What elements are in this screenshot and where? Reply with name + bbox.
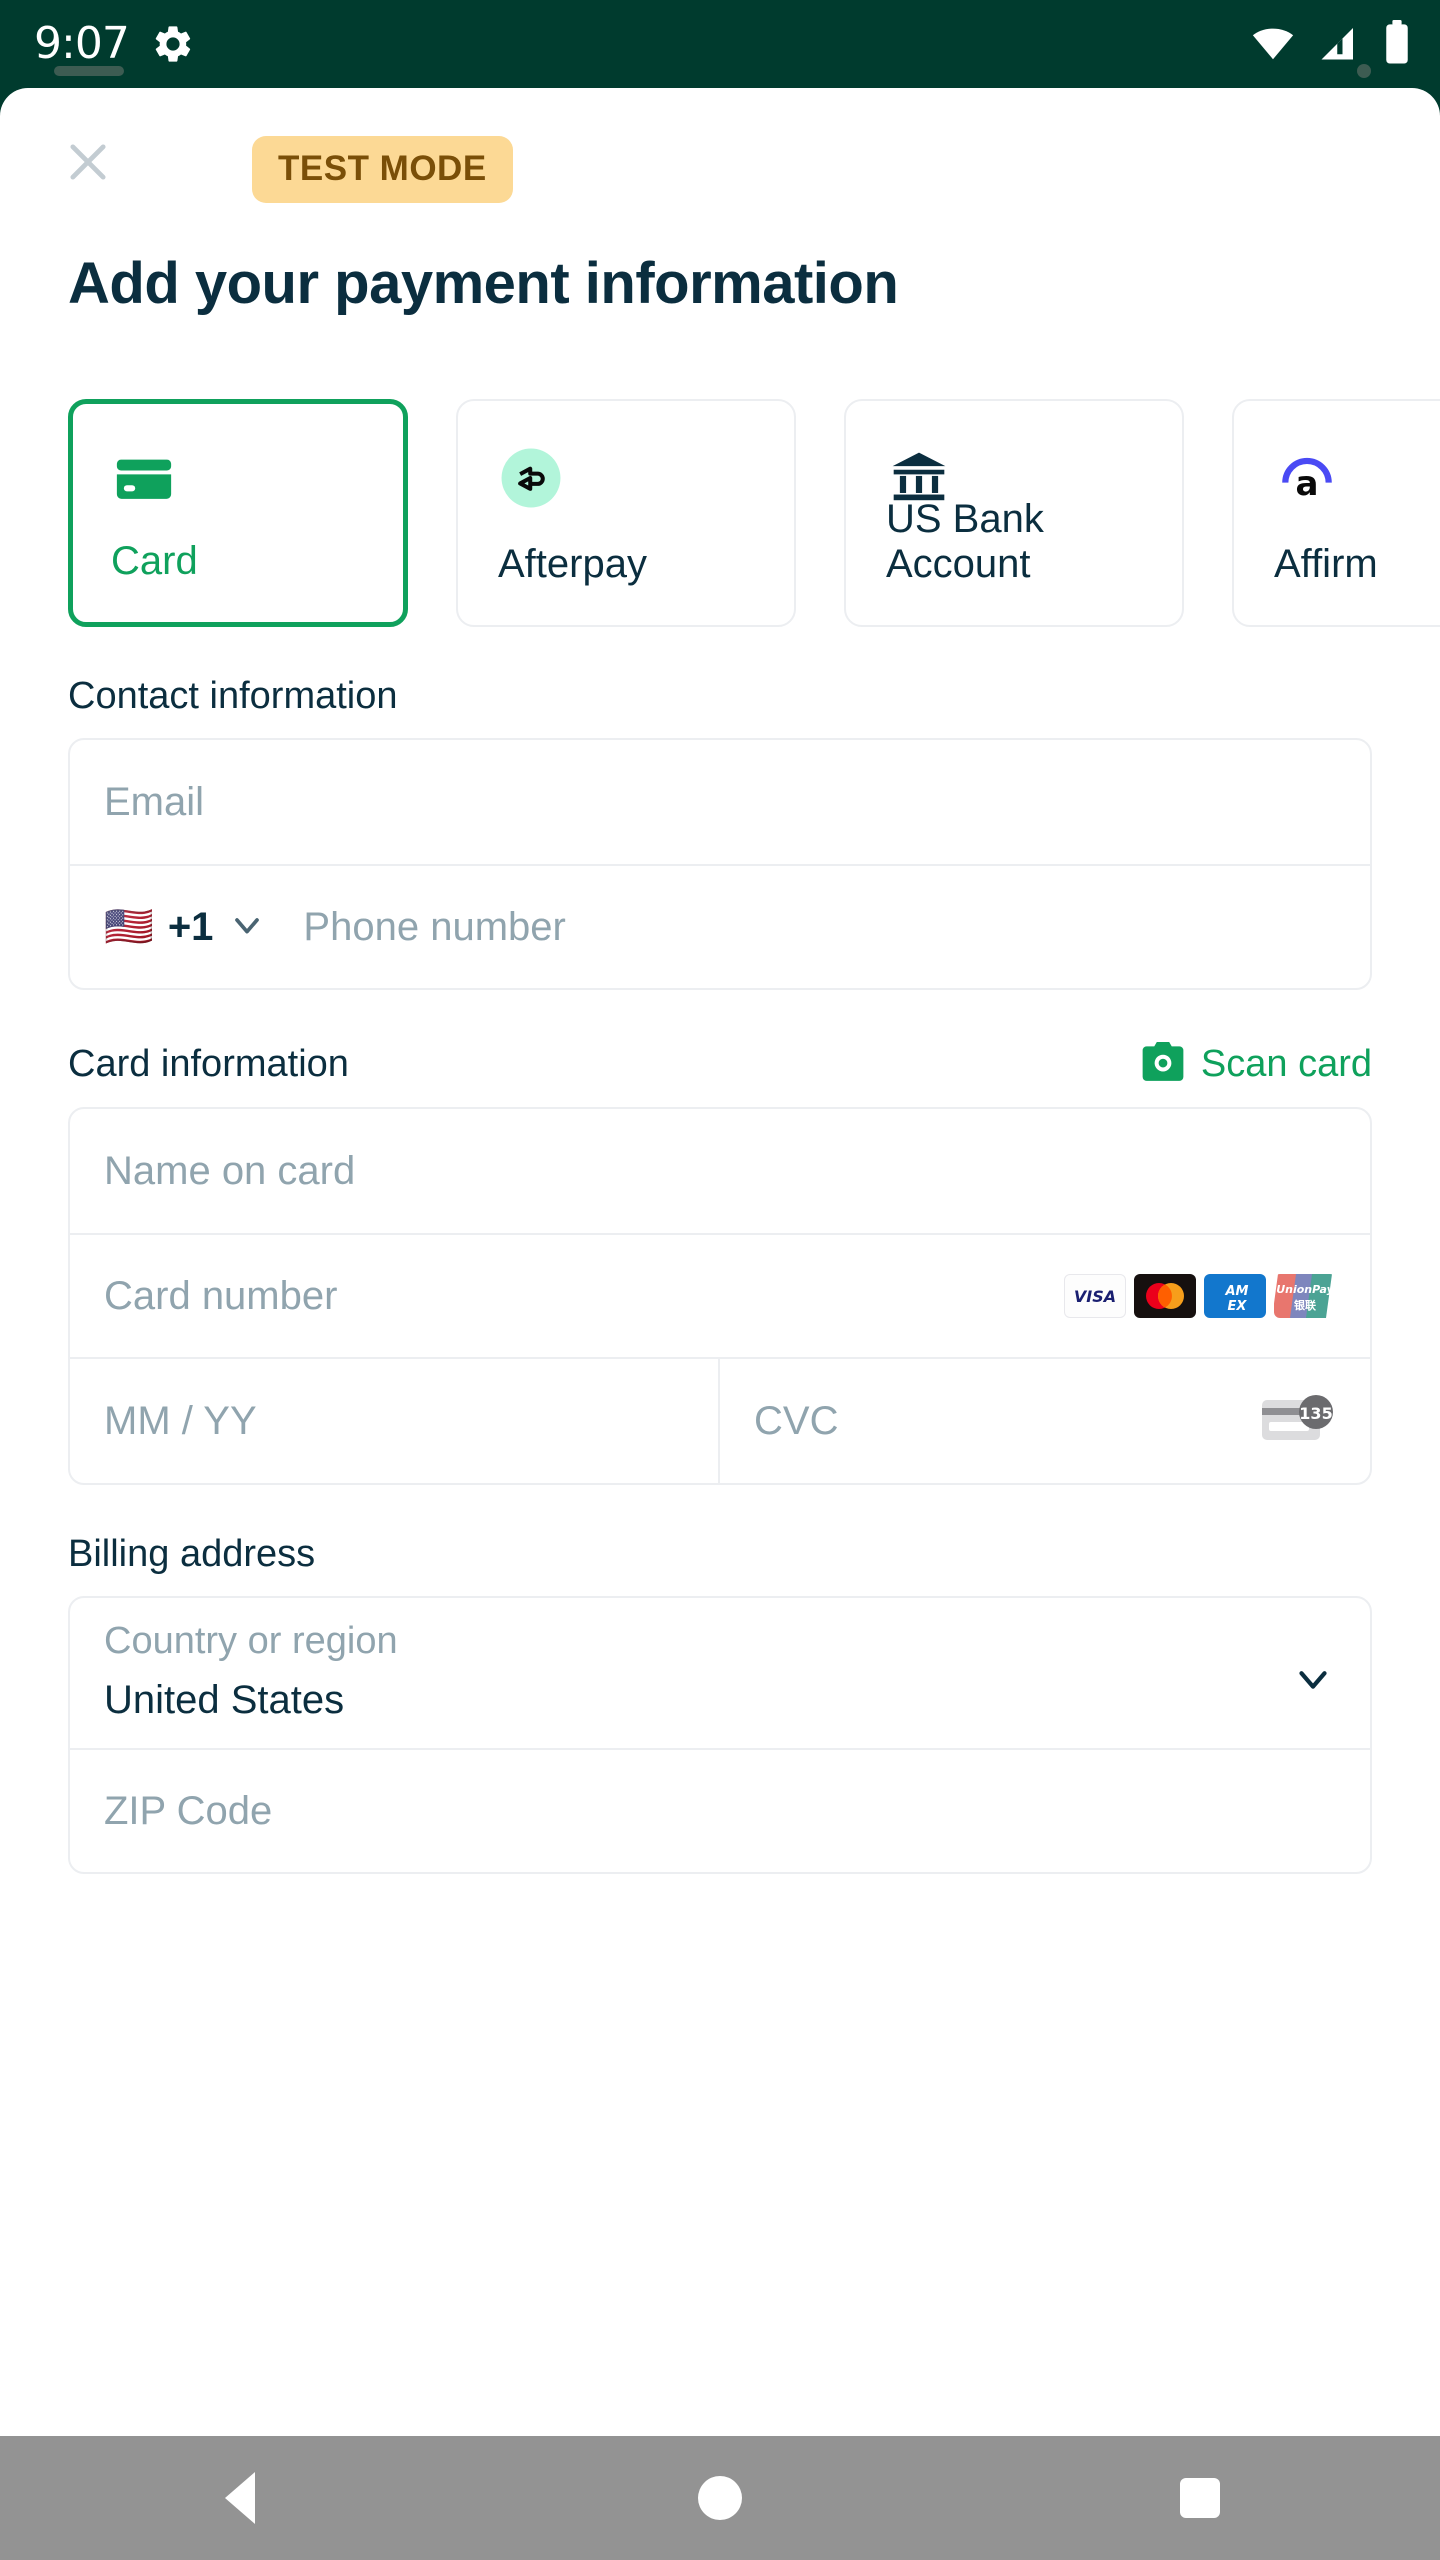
billing-field-group: Country or region United States ZIP Code: [68, 1596, 1372, 1874]
card-information-header-row: Card information Scan card: [68, 1042, 1372, 1087]
country-code-value: +1: [167, 904, 214, 949]
svg-text:UnionPay: UnionPay: [1276, 1283, 1334, 1296]
tab-afterpay-label: Afterpay: [498, 542, 647, 586]
email-placeholder: Email: [104, 779, 205, 824]
phone-placeholder: Phone number: [303, 904, 566, 949]
card-brand-icons: VISA AM EX UnionPay 银联: [1064, 1274, 1336, 1318]
svg-text:VISA: VISA: [1074, 1287, 1116, 1306]
camera-icon: [1141, 1042, 1185, 1087]
chevron-down-icon: [227, 905, 267, 950]
name-on-card-field[interactable]: Name on card: [70, 1109, 1370, 1233]
amex-icon: AM EX: [1204, 1274, 1266, 1318]
country-label: Country or region: [104, 1620, 398, 1662]
chevron-down-icon: [1290, 1656, 1336, 1707]
status-dot-indicator: [1357, 64, 1371, 78]
tab-affirm-label: Affirm: [1274, 542, 1378, 586]
scan-card-label: Scan card: [1200, 1043, 1372, 1085]
card-field-group: Name on card Card number VISA AM EX Unio…: [68, 1107, 1372, 1485]
mastercard-icon: [1134, 1274, 1196, 1318]
name-on-card-placeholder: Name on card: [104, 1148, 356, 1193]
country-value: United States: [104, 1678, 345, 1722]
svg-text:EX: EX: [1228, 1299, 1248, 1314]
visa-icon: VISA: [1064, 1274, 1126, 1318]
phone-field[interactable]: 🇺🇸 +1 Phone number: [70, 864, 1370, 988]
nav-home-button[interactable]: [640, 2436, 800, 2560]
cvc-placeholder: CVC: [754, 1398, 839, 1443]
email-field[interactable]: Email: [70, 740, 1370, 864]
zip-code-field[interactable]: ZIP Code: [70, 1748, 1370, 1872]
wifi-icon: [1250, 19, 1296, 70]
unionpay-icon: UnionPay 银联: [1274, 1274, 1336, 1318]
svg-text:银联: 银联: [1294, 1298, 1316, 1312]
scan-card-button[interactable]: Scan card: [1141, 1042, 1372, 1087]
expiry-cvc-row: MM / YY CVC 135: [70, 1357, 1370, 1483]
triangle-back-icon: [225, 2472, 255, 2524]
page-title: Add your payment information: [68, 251, 899, 316]
tab-card[interactable]: Card: [68, 399, 408, 627]
svg-text:a: a: [1296, 464, 1319, 504]
square-recents-icon: [1180, 2478, 1220, 2518]
tab-afterpay[interactable]: Afterpay: [456, 399, 796, 627]
card-number-placeholder: Card number: [104, 1273, 338, 1318]
country-code-selector[interactable]: 🇺🇸 +1: [104, 905, 267, 950]
status-bar: 9:07: [0, 0, 1440, 88]
tab-affirm[interactable]: a Affirm: [1232, 399, 1440, 627]
nav-recents-button[interactable]: [1120, 2436, 1280, 2560]
tab-us-bank-account[interactable]: US Bank Account: [844, 399, 1184, 627]
card-back-cvc-icon: 135: [1260, 1392, 1336, 1451]
card-number-field[interactable]: Card number VISA AM EX UnionPay 银联: [70, 1233, 1370, 1357]
gear-icon: [151, 22, 195, 66]
contact-information-heading: Contact information: [68, 675, 398, 717]
expiry-field[interactable]: MM / YY: [70, 1359, 720, 1483]
svg-text:AM: AM: [1225, 1284, 1249, 1299]
payment-sheet: TEST MODE Add your payment information C…: [0, 88, 1440, 2560]
payment-method-tabs[interactable]: Card Afterpay US Bank Account a Affirm: [0, 399, 1440, 627]
nav-back-button[interactable]: [160, 2436, 320, 2560]
afterpay-logo-icon: [498, 445, 564, 511]
card-information-heading: Card information: [68, 1043, 349, 1085]
cellular-signal-icon: [1318, 21, 1360, 68]
expiry-placeholder: MM / YY: [104, 1398, 257, 1443]
sheet-header: TEST MODE: [0, 88, 1440, 218]
circle-home-icon: [698, 2476, 742, 2520]
status-bar-indicators: [1250, 19, 1412, 70]
us-flag-icon: 🇺🇸: [104, 905, 154, 949]
credit-card-icon: [111, 446, 177, 512]
affirm-logo-icon: a: [1274, 445, 1340, 511]
clock-underline-indicator: [54, 66, 124, 76]
tab-us-bank-account-label: US Bank Account: [886, 497, 1044, 586]
country-select[interactable]: Country or region United States: [70, 1598, 1370, 1748]
close-icon[interactable]: [62, 136, 114, 188]
billing-address-heading: Billing address: [68, 1533, 316, 1575]
contact-field-group: Email 🇺🇸 +1 Phone number: [68, 738, 1372, 990]
status-badge: TEST MODE: [252, 136, 513, 203]
status-bar-clock: 9:07: [34, 18, 130, 69]
android-navigation-bar: [0, 2436, 1440, 2560]
cvc-field[interactable]: CVC 135: [720, 1359, 1370, 1483]
cvc-badge-number: 135: [1299, 1404, 1332, 1423]
zip-code-placeholder: ZIP Code: [104, 1788, 273, 1833]
tab-card-label: Card: [111, 539, 198, 583]
battery-icon: [1382, 19, 1412, 70]
